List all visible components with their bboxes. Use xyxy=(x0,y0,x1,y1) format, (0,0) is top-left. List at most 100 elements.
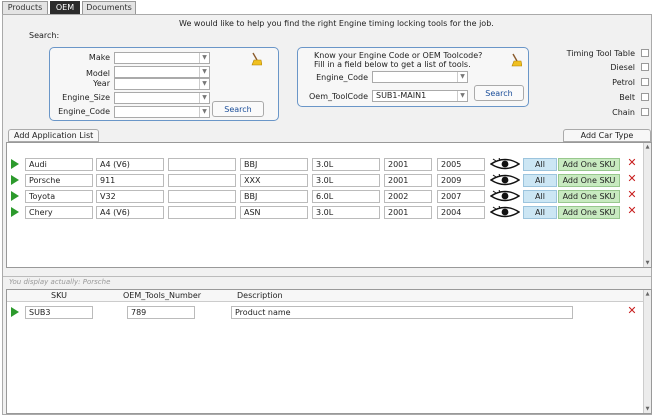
eye-view-icon[interactable] xyxy=(490,190,520,202)
add-one-sku-button[interactable]: Add One SKU xyxy=(558,158,620,171)
play-icon[interactable] xyxy=(11,207,19,217)
broom-clear-icon[interactable] xyxy=(510,53,522,67)
code-search-button[interactable]: Search xyxy=(474,85,524,101)
table-row[interactable]: Porsche 911 XXX 3.0L 2001 2009 All Add O… xyxy=(7,173,651,187)
year-to-cell[interactable]: 2007 xyxy=(437,190,485,203)
engine-size-cell[interactable]: 3.0L xyxy=(312,174,380,187)
engine-size-select[interactable]: ▼ xyxy=(114,92,210,104)
engine-code-cell[interactable]: BBJ xyxy=(240,158,308,171)
play-icon[interactable] xyxy=(11,307,19,317)
add-one-sku-button[interactable]: Add One SKU xyxy=(558,174,620,187)
year-select[interactable]: ▼ xyxy=(114,78,210,90)
filter-petrol-checkbox[interactable] xyxy=(641,78,649,86)
oem-tools-number-column-header: OEM_Tools_Number xyxy=(123,291,202,300)
add-one-sku-button[interactable]: Add One SKU xyxy=(558,206,620,219)
sku-scrollbar[interactable]: ▲ ▼ xyxy=(643,290,651,413)
make-select[interactable]: ▼ xyxy=(114,52,210,64)
year-from-cell[interactable]: 2002 xyxy=(384,190,432,203)
year-label: Year xyxy=(93,79,110,88)
delete-icon[interactable]: ✕ xyxy=(627,189,637,201)
all-button[interactable]: All xyxy=(523,190,557,203)
engine-size-cell[interactable]: 3.0L xyxy=(312,206,380,219)
model-label: Model xyxy=(85,69,110,78)
filter-diesel-checkbox[interactable] xyxy=(641,63,649,71)
extra-cell[interactable] xyxy=(168,206,236,219)
table-row[interactable]: SUB3 789 Product name ✕ xyxy=(7,305,651,319)
all-button[interactable]: All xyxy=(523,158,557,171)
year-to-cell[interactable]: 2005 xyxy=(437,158,485,171)
tab-products[interactable]: Products xyxy=(2,1,48,14)
delete-icon[interactable]: ✕ xyxy=(627,305,637,317)
filter-belt-checkbox[interactable] xyxy=(641,93,649,101)
extra-cell[interactable] xyxy=(168,174,236,187)
search-label: Search: xyxy=(29,31,60,40)
eye-view-icon[interactable] xyxy=(490,174,520,186)
make-cell[interactable]: Porsche xyxy=(25,174,93,187)
year-from-cell[interactable]: 2001 xyxy=(384,206,432,219)
intro-text: We would like to help you find the right… xyxy=(179,19,494,28)
delete-icon[interactable]: ✕ xyxy=(627,205,637,217)
filter-timing-tool-table-checkbox[interactable] xyxy=(641,49,649,57)
scroll-up-icon[interactable]: ▲ xyxy=(644,290,651,298)
delete-icon[interactable]: ✕ xyxy=(627,173,637,185)
chevron-down-icon: ▼ xyxy=(457,72,467,82)
extra-cell[interactable] xyxy=(168,158,236,171)
play-icon[interactable] xyxy=(11,175,19,185)
model-cell[interactable]: A4 (V6) xyxy=(96,158,164,171)
year-to-cell[interactable]: 2004 xyxy=(437,206,485,219)
table-row[interactable]: Chery A4 (V6) ASN 3.0L 2001 2004 All Add… xyxy=(7,205,651,219)
filter-chain-checkbox[interactable] xyxy=(641,108,649,116)
engine-code-label: Engine_Code xyxy=(316,73,368,82)
make-cell[interactable]: Chery xyxy=(25,206,93,219)
filter-chain-label: Chain xyxy=(612,108,635,117)
model-select[interactable]: ▼ xyxy=(114,66,210,78)
extra-cell[interactable] xyxy=(168,190,236,203)
make-cell[interactable]: Toyota xyxy=(25,190,93,203)
add-car-type-button[interactable]: Add Car Type xyxy=(563,129,651,142)
play-icon[interactable] xyxy=(11,159,19,169)
broom-clear-icon[interactable] xyxy=(250,52,262,66)
oem-tools-number-cell[interactable]: 789 xyxy=(127,306,195,319)
vehicle-search-button[interactable]: Search xyxy=(212,101,264,117)
year-to-cell[interactable]: 2009 xyxy=(437,174,485,187)
add-one-sku-button[interactable]: Add One SKU xyxy=(558,190,620,203)
description-cell[interactable]: Product name xyxy=(231,306,573,319)
applications-scrollbar[interactable]: ▲ ▼ xyxy=(643,143,651,267)
engine-code-cell[interactable]: ASN xyxy=(240,206,308,219)
eye-view-icon[interactable] xyxy=(490,158,520,170)
engine-size-cell[interactable]: 6.0L xyxy=(312,190,380,203)
all-button[interactable]: All xyxy=(523,174,557,187)
eye-view-icon[interactable] xyxy=(490,206,520,218)
filter-timing-tool-table-label: Timing Tool Table xyxy=(566,49,635,58)
engine-size-cell[interactable]: 3.0L xyxy=(312,158,380,171)
engine-code-select[interactable]: ▼ xyxy=(372,71,468,83)
scroll-down-icon[interactable]: ▼ xyxy=(644,259,651,267)
table-row[interactable]: Toyota V32 BBJ 6.0L 2002 2007 All Add On… xyxy=(7,189,651,203)
oem-toolcode-select[interactable]: SUB1-MAIN1 ▼ xyxy=(372,90,468,102)
delete-icon[interactable]: ✕ xyxy=(627,157,637,169)
all-button[interactable]: All xyxy=(523,206,557,219)
engine-code-cell[interactable]: BBJ xyxy=(240,190,308,203)
model-cell[interactable]: A4 (V6) xyxy=(96,206,164,219)
model-cell[interactable]: V32 xyxy=(96,190,164,203)
status-text: You display actually: Porsche xyxy=(9,278,111,286)
engine-code-cell[interactable]: XXX xyxy=(240,174,308,187)
sku-header: SKU OEM_Tools_Number Description xyxy=(7,290,644,302)
tab-oem[interactable]: OEM xyxy=(50,1,80,14)
model-cell[interactable]: 911 xyxy=(96,174,164,187)
code-search-heading-2: Fill in a field below to get a list of t… xyxy=(314,60,471,69)
year-from-cell[interactable]: 2001 xyxy=(384,174,432,187)
year-from-cell[interactable]: 2001 xyxy=(384,158,432,171)
engine-code-select[interactable]: ▼ xyxy=(114,106,210,118)
make-cell[interactable]: Audi xyxy=(25,158,93,171)
add-application-list-button[interactable]: Add Application List xyxy=(8,129,100,142)
scroll-down-icon[interactable]: ▼ xyxy=(644,405,651,413)
sku-cell[interactable]: SUB3 xyxy=(25,306,93,319)
table-row[interactable]: Audi A4 (V6) BBJ 3.0L 2001 2005 All Add … xyxy=(7,157,651,171)
play-icon[interactable] xyxy=(11,191,19,201)
tab-documents[interactable]: Documents xyxy=(82,1,136,14)
filter-belt-label: Belt xyxy=(619,93,635,102)
description-column-header: Description xyxy=(237,291,283,300)
chevron-down-icon: ▼ xyxy=(199,93,209,103)
scroll-up-icon[interactable]: ▲ xyxy=(644,143,651,151)
